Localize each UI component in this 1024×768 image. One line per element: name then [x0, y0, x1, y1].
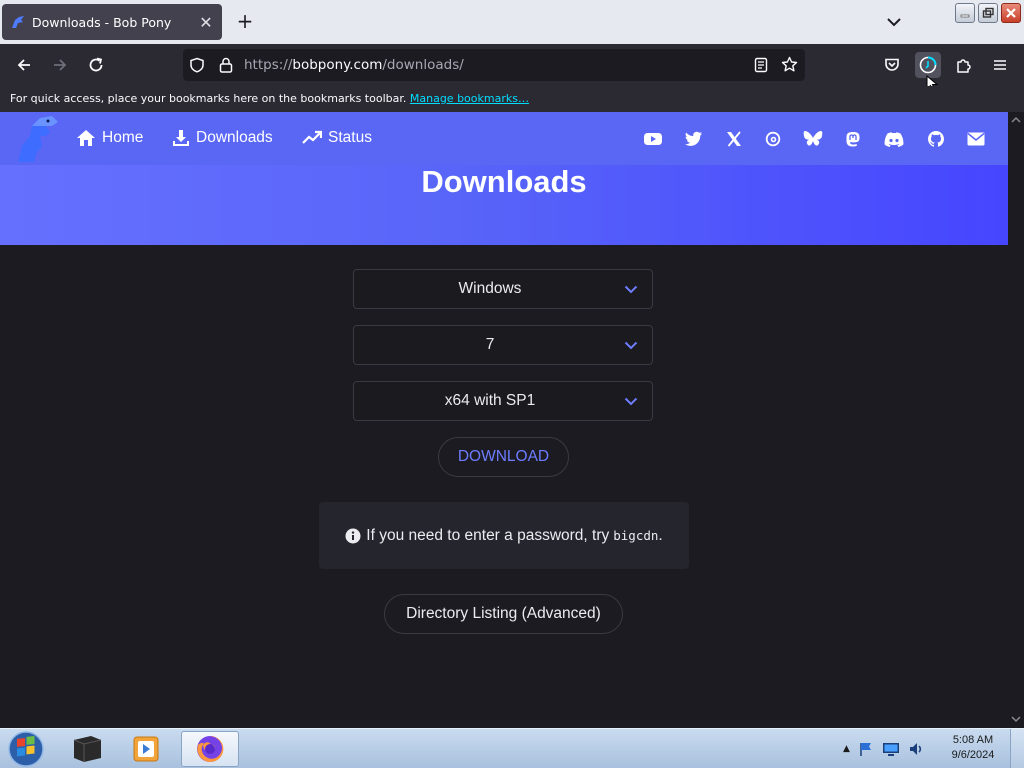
pocket-icon[interactable] — [879, 52, 905, 78]
firefox-icon — [197, 735, 224, 762]
edition-select[interactable]: x64 with SP1 — [353, 381, 653, 421]
tracking-protection-shield-icon[interactable] — [189, 57, 205, 77]
url-bar[interactable]: https://bobpony.com/downloads/ — [183, 49, 805, 81]
x-icon[interactable] — [724, 129, 744, 149]
notice-suffix: . — [658, 526, 663, 544]
bookmark-star-icon[interactable] — [781, 56, 798, 77]
nav-status-label: Status — [328, 129, 372, 146]
tab-downloads[interactable]: Downloads - Bob Pony ✕ — [2, 4, 222, 40]
site-navbar: Home Downloads Status — [0, 112, 1008, 165]
twitter-icon[interactable] — [684, 129, 704, 149]
notice-text: If you need to enter a password, try — [366, 526, 610, 544]
bookmarks-toolbar: For quick access, place your bookmarks h… — [0, 86, 1024, 112]
clock-time: 5:08 AM — [952, 734, 994, 746]
tab-strip: Downloads - Bob Pony ✕ + — [0, 0, 1024, 44]
notice-code: bigcdn — [613, 528, 659, 543]
chevron-down-icon — [624, 285, 638, 294]
minimize-button[interactable] — [955, 3, 975, 23]
reader-view-icon[interactable] — [753, 57, 769, 77]
tab-close-icon[interactable]: ✕ — [198, 13, 214, 32]
page-title: Downloads — [421, 164, 587, 199]
system-clock[interactable]: 5:08 AM 9/6/2024 — [940, 733, 1006, 763]
app-menu-hamburger-icon[interactable] — [987, 52, 1013, 78]
forward-button[interactable] — [47, 52, 73, 78]
bobpony-logo-icon[interactable] — [12, 114, 62, 164]
nav-home[interactable]: Home — [76, 129, 143, 147]
taskbar-app-firefox[interactable] — [181, 731, 239, 767]
os-select-value: Windows — [458, 280, 522, 297]
show-desktop-button[interactable] — [1010, 729, 1024, 768]
version-select-value: 7 — [485, 336, 495, 353]
nav-home-label: Home — [102, 129, 144, 146]
extensions-puzzle-icon[interactable] — [951, 52, 977, 78]
bookmarks-hint: For quick access, place your bookmarks h… — [10, 92, 529, 105]
page-scrollbar[interactable] — [1008, 112, 1024, 728]
nav-downloads[interactable]: Downloads — [172, 129, 273, 147]
taskbar: ▲ 5:08 AM 9/6/2024 — [0, 728, 1024, 768]
download-icon — [173, 130, 189, 146]
terminal-icon — [73, 736, 102, 762]
reload-button[interactable] — [83, 52, 109, 78]
edition-select-value: x64 with SP1 — [444, 392, 536, 409]
info-circle-icon — [345, 528, 361, 544]
chevron-down-icon — [624, 341, 638, 350]
navigation-toolbar: https://bobpony.com/downloads/ — [0, 44, 1024, 92]
hero-banner: Home Downloads Status Downloads — [0, 112, 1008, 245]
new-tab-button[interactable]: + — [234, 10, 256, 32]
system-tray: ▲ — [843, 737, 924, 761]
tray-overflow-icon[interactable]: ▲ — [843, 744, 850, 754]
youtube-icon[interactable] — [643, 129, 663, 149]
list-all-tabs-chevron-icon[interactable] — [884, 12, 904, 32]
taskbar-app-cmd[interactable] — [58, 731, 116, 767]
nav-status[interactable]: Status — [302, 129, 372, 147]
chevron-down-icon — [624, 397, 638, 406]
download-button[interactable]: DOWNLOAD — [438, 437, 569, 477]
password-notice: If you need to enter a password, try big… — [319, 502, 689, 569]
github-icon[interactable] — [926, 129, 946, 149]
taskbar-app-media-player[interactable] — [118, 731, 176, 767]
media-player-icon — [133, 736, 159, 762]
tab-title: Downloads - Bob Pony — [32, 14, 172, 30]
discord-icon[interactable] — [884, 129, 904, 149]
threads-icon[interactable] — [763, 129, 783, 149]
mail-icon[interactable] — [966, 129, 986, 149]
bluesky-icon[interactable] — [803, 129, 823, 149]
page-content: Home Downloads Status Downloads Windows … — [0, 112, 1008, 728]
downloads-progress-icon[interactable] — [915, 52, 941, 92]
action-center-flag-icon[interactable] — [858, 741, 874, 757]
trend-icon — [302, 130, 322, 144]
home-icon — [77, 130, 95, 146]
clock-date: 9/6/2024 — [951, 749, 995, 761]
os-select[interactable]: Windows — [353, 269, 653, 309]
network-monitor-icon[interactable] — [882, 741, 900, 757]
close-window-button[interactable] — [1001, 3, 1021, 23]
back-button[interactable] — [11, 52, 37, 78]
start-button[interactable] — [6, 730, 46, 768]
version-select[interactable]: 7 — [353, 325, 653, 365]
nav-downloads-label: Downloads — [196, 129, 273, 146]
restore-button[interactable] — [978, 3, 998, 23]
mastodon-icon[interactable] — [843, 129, 863, 149]
manage-bookmarks-link[interactable]: Manage bookmarks… — [410, 92, 529, 105]
volume-icon[interactable] — [908, 741, 924, 757]
directory-listing-button[interactable]: Directory Listing (Advanced) — [384, 594, 623, 634]
url-text[interactable]: https://bobpony.com/downloads/ — [244, 57, 464, 73]
lock-icon[interactable] — [218, 56, 234, 78]
bobpony-favicon-icon — [10, 14, 26, 30]
